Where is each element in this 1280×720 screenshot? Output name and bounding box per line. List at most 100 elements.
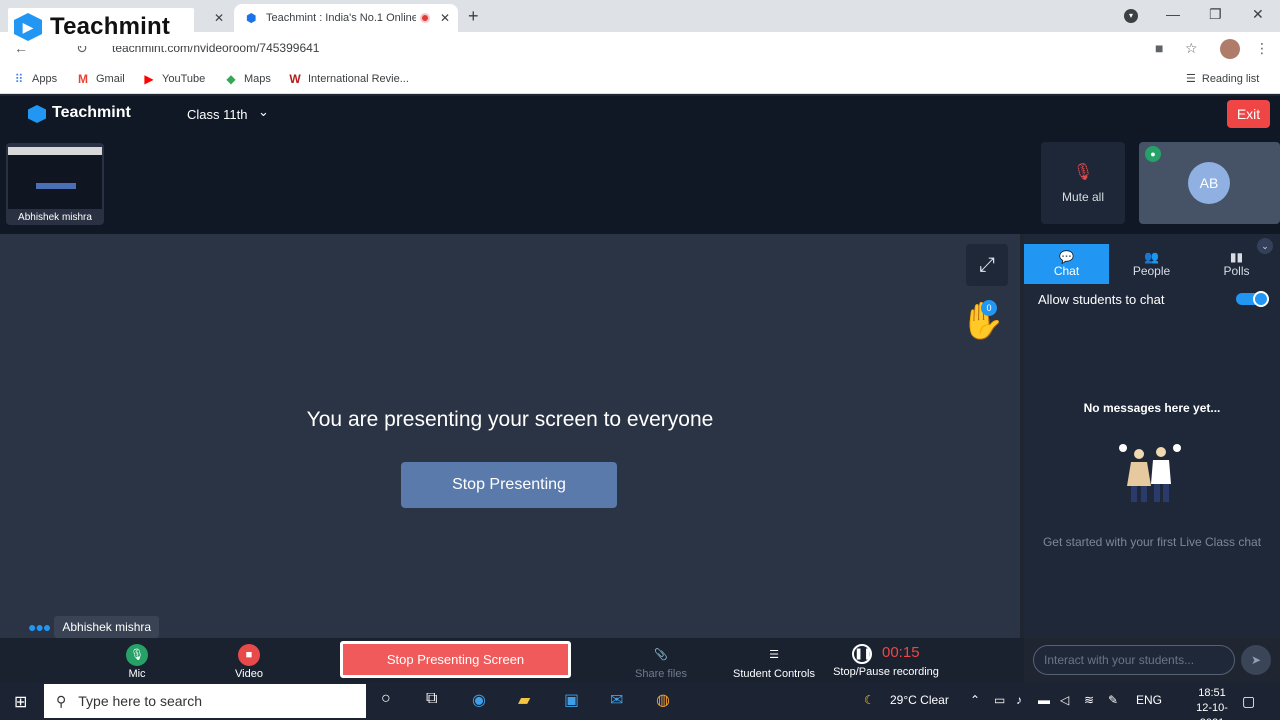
tab-people[interactable]: 👥 People [1109,244,1194,284]
minimize-icon[interactable]: — [1166,6,1180,22]
teachmint-logo-icon: ▶ [14,13,42,41]
video-button[interactable]: ■ Video [204,640,294,680]
app-brand-name: Teachmint [52,104,131,121]
tab-polls-label: Polls [1223,264,1250,278]
mute-all-label: Mute all [1061,190,1105,204]
collapse-panel-icon[interactable]: ⌄ [1257,238,1273,254]
reading-list[interactable]: ☰ Reading list [1186,72,1259,86]
browser-tab-active[interactable]: ⬢ Teachmint : India's No.1 Online ✕ [234,4,458,32]
screen-preview-button [36,183,76,189]
wifi-icon[interactable]: ≋ [1084,693,1094,707]
new-tab-icon[interactable]: + [468,6,479,27]
chat-input[interactable] [1033,645,1235,675]
browser-menu-icon[interactable]: ⋮ [1255,40,1269,57]
show-hidden-icons-icon[interactable]: ⌃ [970,693,980,707]
taskbar-search[interactable]: ⚲ Type here to search [44,684,366,718]
cortana-icon[interactable]: ○ [381,690,391,708]
maps-icon: ◆ [226,72,236,86]
chat-icon: 💬 [1059,250,1074,264]
bookmarks-bar: ⠿ Apps M Gmail ▶ YouTube ◆ Maps W Intern… [0,64,1280,94]
recording-indicator-icon [420,13,430,23]
notifications-icon[interactable]: ▢ [1242,693,1255,710]
edge-icon[interactable]: ◉ [472,690,486,710]
screen-preview [8,147,102,209]
pen-icon[interactable]: ✎ [1108,693,1118,707]
tab-search-icon[interactable]: ▾ [1124,9,1138,23]
mute-all-button[interactable]: 🎙 Mute all [1041,142,1125,224]
youtube-icon: ▶ [144,72,154,86]
speaker-name: Abhishek mishra [54,616,160,638]
bookmark-apps[interactable]: ⠿ Apps [12,72,57,86]
bookmark-star-icon[interactable]: ☆ [1185,40,1198,57]
task-view-icon[interactable]: ⧉ [426,690,437,708]
search-icon: ⚲ [56,692,67,709]
allow-chat-toggle[interactable] [1236,291,1269,307]
profile-avatar[interactable] [1220,39,1240,59]
store-icon[interactable]: ▣ [564,690,579,710]
video-off-icon: ■ [238,644,260,666]
mail-icon[interactable]: ✉ [610,690,623,710]
recording-timer: 00:15 [882,644,920,661]
bookmark-label: International Revie... [308,73,409,85]
participant-tile[interactable]: ● AB [1139,142,1280,224]
brand-overlay-name: Teachmint [50,13,171,40]
paperclip-icon: 📎 [654,649,668,661]
mic-button[interactable]: 🎙 Mic [92,640,182,680]
camera-tray-icon[interactable]: ▭ [994,693,1005,707]
windows-start-icon[interactable]: ⊞ [14,692,27,712]
battery-icon[interactable]: ▬ [1038,693,1050,707]
bookmark-maps[interactable]: ◆ Maps [224,72,271,86]
language-indicator[interactable]: ENG [1136,693,1162,707]
chevron-down-icon[interactable]: ⌄ [258,104,269,120]
sliders-icon: ☰ [769,649,779,661]
gmail-icon: M [78,72,88,86]
screen: ✕ ⬢ Teachmint : India's No.1 Online ✕ + … [0,0,1280,720]
volume-icon[interactable]: ◁ [1060,693,1069,707]
toggle-knob [1253,291,1269,307]
stop-presenting-button[interactable]: Stop Presenting [401,462,617,508]
mic-off-icon: 🎙 [1072,164,1094,181]
get-started-text: Get started with your first Live Class c… [1042,535,1262,549]
student-controls-label: Student Controls [733,668,815,680]
self-tile-name: Abhishek mishra [18,212,92,223]
video-label: Video [235,668,263,680]
apps-grid-icon: ⠿ [14,72,24,86]
exit-button[interactable]: Exit [1227,100,1270,128]
weather-text[interactable]: 29°C Clear [890,693,949,707]
taskbar-clock[interactable]: 18:51 12-10-2021 [1184,686,1240,720]
chrome-icon[interactable]: ◍ [656,690,670,710]
mic-tray-icon[interactable]: ♪ [1016,693,1022,707]
bookmark-gmail[interactable]: M Gmail [76,72,125,86]
people-icon: 👥 [1144,250,1159,264]
file-explorer-icon[interactable]: ▰ [518,690,530,710]
allow-chat-label: Allow students to chat [1038,292,1165,307]
bookmark-youtube[interactable]: ▶ YouTube [142,72,205,86]
bookmark-international-review[interactable]: W International Revie... [288,72,409,86]
close-window-icon[interactable]: ✕ [1252,6,1264,23]
class-selector[interactable]: Class 11th [187,107,247,122]
speaking-indicator-icon: ●●● [28,619,51,635]
share-files-button[interactable]: 📎 Share files [616,640,706,680]
no-messages-text: No messages here yet... [1083,401,1221,415]
send-icon[interactable]: ➤ [1241,645,1271,675]
presenting-message: You are presenting your screen to everyo… [306,408,714,431]
maximize-icon[interactable]: ❐ [1209,6,1222,23]
stop-presenting-screen-button[interactable]: Stop Presenting Screen [340,641,571,678]
presentation-stage [0,234,1020,638]
student-controls-button[interactable]: ☰ Student Controls [729,640,819,680]
mic-on-icon: ● [1145,146,1161,162]
brand-overlay: ▶ Teachmint [8,8,194,46]
screen-preview-bar [8,147,102,155]
bookmark-label: Maps [244,73,271,85]
bookmark-label: Gmail [96,73,125,85]
tab-people-label: People [1132,264,1171,278]
tab-chat[interactable]: 💬 Chat [1024,244,1109,284]
teachmint-favicon-icon: ⬢ [246,11,257,25]
close-tab-icon[interactable]: ✕ [440,11,450,25]
camera-in-use-icon[interactable]: ■ [1155,40,1163,56]
expand-icon[interactable]: ⤢ [966,244,1008,286]
bookmark-label: YouTube [162,73,206,85]
self-video-tile[interactable]: Abhishek mishra [6,143,104,225]
chat-empty-illustration-icon [1119,444,1181,502]
close-tab-icon[interactable]: ✕ [214,11,224,25]
